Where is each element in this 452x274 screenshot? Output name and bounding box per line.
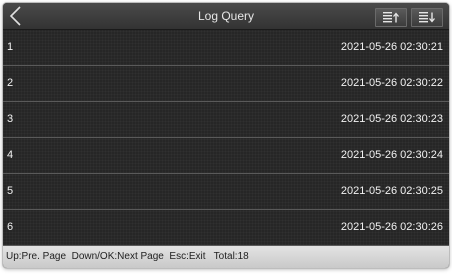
log-index: 5 [7,185,14,197]
log-timestamp: 2021-05-26 02:30:23 [340,113,443,125]
status-bar: Up:Pre. Page Down/OK:Next Page Esc:Exit … [3,246,449,268]
log-timestamp: 2021-05-26 02:30:21 [340,41,443,53]
back-button[interactable] [7,5,25,27]
log-timestamp: 2021-05-26 02:30:24 [340,149,443,161]
log-timestamp: 2021-05-26 02:30:22 [340,77,443,89]
list-item[interactable]: 5 2021-05-26 02:30:25 [3,174,449,210]
log-timestamp: 2021-05-26 02:30:26 [340,221,443,233]
log-query-screen: Log Query 1 2021-05-26 02:30:21 2 2021-0… [3,3,449,268]
log-index: 3 [7,113,14,125]
log-timestamp: 2021-05-26 02:30:25 [340,185,443,197]
log-index: 6 [7,221,14,233]
list-item[interactable]: 6 2021-05-26 02:30:26 [3,210,449,246]
header-bar: Log Query [3,3,449,30]
log-index: 2 [7,77,14,89]
sort-ascending-icon [383,12,399,23]
sort-ascending-button[interactable] [375,8,407,27]
list-item[interactable]: 1 2021-05-26 02:30:21 [3,30,449,66]
sort-descending-icon [419,12,435,23]
list-item[interactable]: 2 2021-05-26 02:30:22 [3,66,449,102]
log-index: 4 [7,149,14,161]
log-index: 1 [7,41,14,53]
chevron-left-icon [9,6,21,26]
list-item[interactable]: 3 2021-05-26 02:30:23 [3,102,449,138]
list-item[interactable]: 4 2021-05-26 02:30:24 [3,138,449,174]
log-list: 1 2021-05-26 02:30:21 2 2021-05-26 02:30… [3,30,449,246]
sort-descending-button[interactable] [411,8,443,27]
